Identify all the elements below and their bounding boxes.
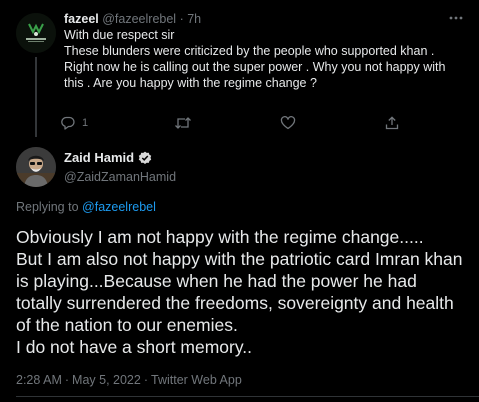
share-action-button[interactable]: [384, 112, 400, 134]
author-name-row[interactable]: Zaid Hamid: [64, 150, 152, 165]
tweet-metadata: 2:28 AM · May 5, 2022 · Twitter Web App: [16, 373, 242, 387]
main-text-line: I do not have a short memory..: [16, 337, 253, 357]
author-handle[interactable]: @fazeelrebel: [102, 12, 176, 26]
reply-tweet[interactable]: fazeel @fazeelrebel · 7h With due respec…: [0, 0, 479, 138]
divider: [16, 396, 479, 397]
tweet-time[interactable]: 7h: [187, 12, 201, 26]
tweet-date[interactable]: May 5, 2022: [72, 373, 141, 387]
meta-separator: ·: [143, 373, 149, 387]
tweet-actions: 1: [60, 112, 420, 134]
like-action-button[interactable]: [280, 112, 302, 134]
more-horizontal-icon: [449, 16, 463, 20]
avatar[interactable]: [16, 13, 56, 53]
reply-icon: [61, 116, 75, 130]
profile-photo-icon: [16, 147, 56, 187]
reply-count: 1: [82, 117, 89, 129]
author-handle[interactable]: @ZaidZamanHamid: [64, 170, 176, 184]
author-name[interactable]: fazeel: [64, 12, 99, 26]
retweet-icon: [175, 117, 191, 129]
replying-prefix: Replying to: [16, 200, 79, 214]
main-text-line: But I am also not happy with the patriot…: [16, 249, 463, 335]
replying-to-line: Replying to @fazeelrebel: [16, 200, 156, 214]
reply-tweet-text: With due respect sir These blunders were…: [64, 27, 464, 91]
retweet-action-button[interactable]: [174, 112, 198, 134]
main-tweet-author: Zaid Hamid @ZaidZamanHamid: [16, 143, 456, 191]
reply-text-line: These blunders were criticized by the pe…: [64, 44, 446, 90]
heart-icon: [280, 115, 296, 130]
author-name[interactable]: Zaid Hamid: [64, 150, 134, 165]
verified-badge-icon: [138, 151, 152, 164]
reply-action-button[interactable]: 1: [60, 112, 88, 134]
reply-header: fazeel @fazeelrebel · 7h: [64, 11, 449, 27]
meta-separator: ·: [64, 373, 70, 387]
pakistan-strong-logo-icon: [16, 13, 56, 53]
header-separator: ·: [179, 12, 184, 26]
share-icon: [385, 116, 399, 130]
avatar[interactable]: [16, 147, 56, 187]
reply-text-line: With due respect sir: [64, 28, 175, 42]
main-text-line: Obviously I am not happy with the regime…: [16, 227, 424, 247]
thread-connector-line: [35, 57, 37, 137]
main-tweet-text: Obviously I am not happy with the regime…: [16, 226, 466, 358]
tweet-source[interactable]: Twitter Web App: [151, 373, 242, 387]
replying-to-link[interactable]: @fazeelrebel: [82, 200, 156, 214]
tweet-time[interactable]: 2:28 AM: [16, 373, 62, 387]
more-options-button[interactable]: [446, 8, 466, 28]
